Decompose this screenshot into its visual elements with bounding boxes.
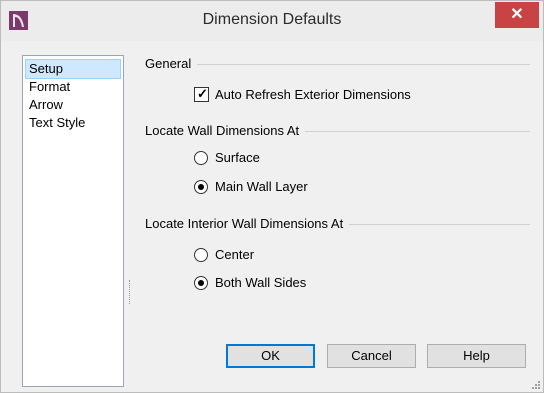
center-label[interactable]: Center [215,247,254,262]
close-icon: ✕ [510,6,524,23]
auto-refresh-label[interactable]: Auto Refresh Exterior Dimensions [215,87,411,102]
nav-item-arrow[interactable]: Arrow [26,96,66,114]
radio-selected-dot [198,184,204,190]
nav-item-text-style[interactable]: Text Style [26,114,88,132]
title-bar[interactable]: Dimension Defaults ✕ [1,1,543,41]
help-button[interactable]: Help [427,344,526,368]
main-wall-layer-label[interactable]: Main Wall Layer [215,179,308,194]
auto-refresh-checkbox[interactable]: ✓ [194,86,209,102]
cancel-button[interactable]: Cancel [327,344,416,368]
splitter-handle[interactable] [129,280,132,304]
category-list[interactable]: Setup Format Arrow Text Style [22,55,124,387]
general-group-line [148,64,530,65]
nav-item-format[interactable]: Format [26,78,73,96]
resize-grip-icon[interactable] [530,379,540,389]
both-wall-sides-radio[interactable] [194,276,208,290]
general-group-label: General [145,56,198,71]
ok-button[interactable]: OK [226,344,315,368]
radio-selected-dot [198,280,204,286]
checkmark-icon: ✓ [197,86,208,101]
surface-label[interactable]: Surface [215,150,260,165]
nav-item-setup[interactable]: Setup [25,59,121,79]
both-wall-sides-label[interactable]: Both Wall Sides [215,275,306,290]
main-wall-layer-radio[interactable] [194,180,208,194]
center-radio[interactable] [194,248,208,262]
interior-dims-group-label: Locate Interior Wall Dimensions At [145,216,350,231]
surface-radio[interactable] [194,151,208,165]
window-title: Dimension Defaults [202,11,342,28]
close-button[interactable]: ✕ [495,2,539,28]
wall-dims-group-label: Locate Wall Dimensions At [145,123,306,138]
